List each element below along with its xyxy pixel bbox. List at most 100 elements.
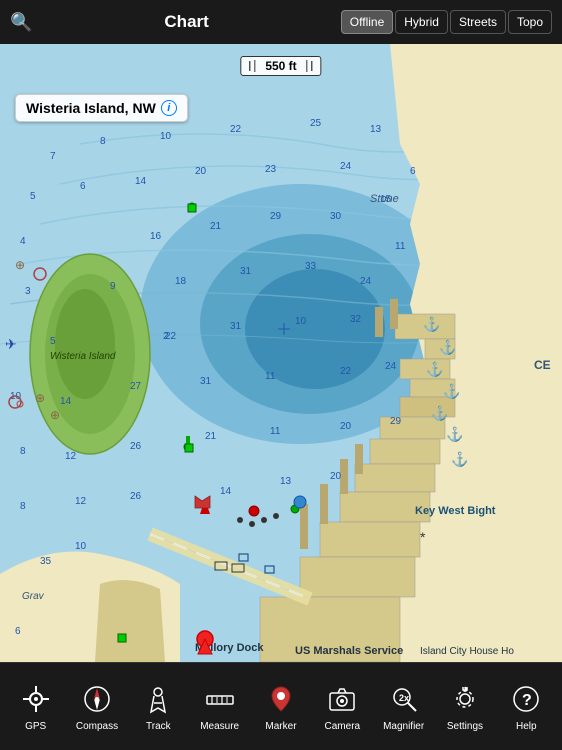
svg-text:8: 8 <box>100 136 106 147</box>
svg-text:20: 20 <box>195 166 207 177</box>
mode-hybrid[interactable]: Hybrid <box>395 10 448 34</box>
svg-text:31: 31 <box>200 376 212 387</box>
svg-text:16: 16 <box>150 231 162 242</box>
distance-label: 550 ft <box>259 59 302 73</box>
svg-text:11: 11 <box>270 426 281 437</box>
tool-settings[interactable]: Settings <box>434 681 495 732</box>
gps-label: GPS <box>25 721 46 732</box>
svg-text:29: 29 <box>390 416 402 427</box>
svg-text:21: 21 <box>205 431 217 442</box>
mode-streets[interactable]: Streets <box>450 10 506 34</box>
tool-compass[interactable]: Compass <box>66 681 127 732</box>
track-label: Track <box>146 721 171 732</box>
compass-label: Compass <box>76 721 118 732</box>
svg-text:18: 18 <box>175 276 187 287</box>
tool-track[interactable]: Track <box>128 681 189 732</box>
svg-text:?: ? <box>522 692 532 709</box>
svg-text:9: 9 <box>110 281 116 292</box>
svg-text:US Marshals Service: US Marshals Service <box>295 645 403 657</box>
help-icon: ? <box>508 681 544 717</box>
svg-text:⚓: ⚓ <box>423 316 440 333</box>
dist-left-tick <box>254 60 255 72</box>
svg-text:26: 26 <box>130 491 142 502</box>
settings-icon <box>447 681 483 717</box>
svg-text:11: 11 <box>395 241 406 252</box>
svg-text:3: 3 <box>25 286 31 297</box>
toolbar: GPS Compass Track <box>0 662 562 750</box>
svg-text:13: 13 <box>280 476 292 487</box>
svg-text:⚓: ⚓ <box>426 361 443 378</box>
svg-text:10: 10 <box>160 131 172 142</box>
svg-text:31: 31 <box>240 266 252 277</box>
magnifier-icon: 2x <box>386 681 422 717</box>
svg-text:⚓: ⚓ <box>443 383 460 400</box>
svg-text:12: 12 <box>65 451 77 462</box>
svg-text:12: 12 <box>75 496 87 507</box>
help-label: Help <box>516 721 537 732</box>
svg-text:7: 7 <box>50 151 56 162</box>
svg-text:6: 6 <box>80 181 86 192</box>
svg-text:4: 4 <box>20 236 26 247</box>
svg-text:20: 20 <box>330 471 342 482</box>
svg-text:14: 14 <box>135 176 147 187</box>
svg-text:15: 15 <box>380 194 392 205</box>
map-modes: Offline Hybrid Streets Topo <box>341 10 552 34</box>
compass-icon <box>79 681 115 717</box>
svg-text:13: 13 <box>370 124 382 135</box>
search-icon[interactable]: 🔍 <box>10 12 32 33</box>
measure-icon <box>202 681 238 717</box>
mode-topo[interactable]: Topo <box>508 10 552 34</box>
svg-text:14: 14 <box>60 396 72 407</box>
tool-magnifier[interactable]: 2x Magnifier <box>373 681 434 732</box>
svg-text:5: 5 <box>30 191 36 202</box>
svg-text:33: 33 <box>305 261 317 272</box>
svg-text:30: 30 <box>330 211 342 222</box>
dist-right-tick <box>307 60 308 72</box>
tool-help[interactable]: ? Help <box>496 681 557 732</box>
tool-marker[interactable]: Marker <box>250 681 311 732</box>
svg-text:24: 24 <box>385 361 397 372</box>
tool-measure[interactable]: Measure <box>189 681 250 732</box>
svg-text:20: 20 <box>340 421 352 432</box>
svg-text:6: 6 <box>410 166 416 177</box>
svg-text:24: 24 <box>340 161 352 172</box>
svg-text:⚓: ⚓ <box>431 405 448 422</box>
marker-icon <box>263 681 299 717</box>
svg-text:CE: CE <box>534 358 551 372</box>
svg-text:26: 26 <box>130 441 142 452</box>
svg-text:⚓: ⚓ <box>439 339 456 356</box>
svg-text:10: 10 <box>295 316 307 327</box>
map-area[interactable]: ⚓ ⚓ ⚓ ⚓ ⚓ ⚓ ⚓ 7 8 10 22 25 13 5 6 14 20 … <box>0 44 562 662</box>
svg-text:14: 14 <box>220 486 232 497</box>
svg-text:⚓: ⚓ <box>446 426 463 443</box>
distance-indicator: 550 ft <box>240 56 321 76</box>
svg-text:2x: 2x <box>399 693 409 703</box>
svg-text:⊕: ⊕ <box>15 258 25 272</box>
svg-text:21: 21 <box>210 221 222 232</box>
svg-text:6: 6 <box>15 626 21 637</box>
info-icon[interactable]: i <box>161 100 177 116</box>
measure-label: Measure <box>200 721 239 732</box>
svg-text:⚓: ⚓ <box>451 451 468 468</box>
svg-text:Grav: Grav <box>22 591 45 602</box>
settings-label: Settings <box>447 721 483 732</box>
svg-text:22: 22 <box>340 366 352 377</box>
magnifier-label: Magnifier <box>383 721 424 732</box>
camera-icon <box>324 681 360 717</box>
location-label: Wisteria Island, NW i <box>15 94 188 122</box>
tool-camera[interactable]: Camera <box>312 681 373 732</box>
svg-text:24: 24 <box>360 276 372 287</box>
svg-text:*: * <box>420 529 426 545</box>
svg-text:25: 25 <box>310 118 322 129</box>
svg-text:22: 22 <box>230 124 242 135</box>
svg-text:5: 5 <box>50 336 56 347</box>
svg-text:23: 23 <box>265 164 277 175</box>
svg-text:2: 2 <box>163 331 169 342</box>
camera-label: Camera <box>325 721 361 732</box>
mode-offline[interactable]: Offline <box>341 10 393 34</box>
svg-text:8: 8 <box>20 501 26 512</box>
svg-text:10: 10 <box>75 541 87 552</box>
svg-text:27: 27 <box>130 381 142 392</box>
track-icon <box>140 681 176 717</box>
tool-gps[interactable]: GPS <box>5 681 66 732</box>
